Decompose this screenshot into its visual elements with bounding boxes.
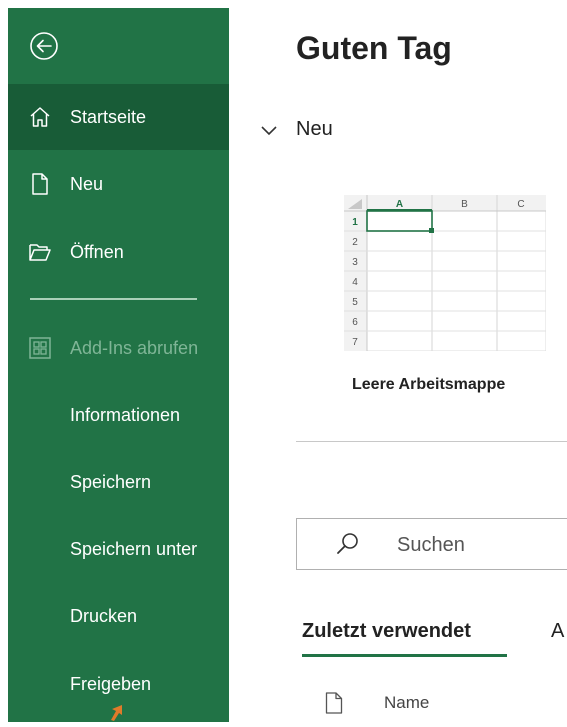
sidebar-item-label: Add-Ins abrufen <box>70 337 199 358</box>
blank-workbook-template[interactable]: A B C 1 2 3 4 5 6 7 <box>343 194 547 352</box>
active-tab-indicator <box>302 654 507 657</box>
row-header: 5 <box>352 297 358 308</box>
row-header: 1 <box>352 217 358 228</box>
search-icon <box>335 531 361 557</box>
chevron-down-icon <box>261 126 277 136</box>
template-label[interactable]: Leere Arbeitsmappe <box>352 376 505 394</box>
sidebar-item-startseite[interactable]: Startseite <box>8 84 229 150</box>
sidebar-item-speichern-unter[interactable]: Speichern unter <box>8 516 229 582</box>
sidebar-item-label: Öffnen <box>70 241 124 262</box>
section-divider <box>296 441 567 442</box>
pointer-arrow-icon <box>108 703 128 722</box>
sidebar-item-label: Neu <box>70 173 104 194</box>
sidebar-item-drucken[interactable]: Drucken <box>8 583 229 649</box>
column-header-a: A <box>396 199 403 210</box>
tab-angeheftet[interactable]: A <box>551 620 564 643</box>
sidebar-item-add-ins[interactable]: Add-Ins abrufen <box>8 315 229 381</box>
sidebar-item-label: Freigeben <box>70 673 152 694</box>
open-folder-icon <box>28 240 52 264</box>
workbook-thumbnail: A B C 1 2 3 4 5 6 7 <box>343 194 547 352</box>
back-button[interactable] <box>28 30 60 62</box>
new-document-icon <box>28 172 52 196</box>
sidebar-item-speichern[interactable]: Speichern <box>8 449 229 515</box>
section-collapse-toggle[interactable] <box>259 118 279 142</box>
main-pane: Guten Tag Neu A B C 1 2 3 4 5 6 7 Leere … <box>229 0 567 722</box>
sidebar-item-oeffnen[interactable]: Öffnen <box>8 219 229 285</box>
sidebar-item-label: Informationen <box>70 404 181 425</box>
row-header: 2 <box>352 237 358 248</box>
row-header: 7 <box>352 337 358 348</box>
sidebar-divider <box>30 298 197 300</box>
sidebar-item-label: Speichern <box>70 471 152 492</box>
column-header-name[interactable]: Name <box>384 693 429 713</box>
search-box[interactable] <box>296 518 567 570</box>
home-icon <box>28 105 52 129</box>
sidebar-item-label: Drucken <box>70 605 138 626</box>
page-title: Guten Tag <box>296 30 452 66</box>
back-arrow-icon <box>30 32 58 60</box>
column-header-b: B <box>461 199 468 210</box>
sidebar-item-neu[interactable]: Neu <box>8 151 229 217</box>
row-header: 6 <box>352 317 358 328</box>
sidebar-item-label: Startseite <box>70 106 147 127</box>
section-title-neu: Neu <box>296 118 333 140</box>
backstage-sidebar: Startseite Neu Öffnen Add-Ins abrufen In… <box>8 8 229 722</box>
row-header: 3 <box>352 257 358 268</box>
window-frame <box>0 0 8 722</box>
sidebar-item-label: Speichern unter <box>70 538 198 559</box>
add-ins-grid-icon <box>28 336 52 360</box>
sidebar-item-informationen[interactable]: Informationen <box>8 382 229 448</box>
column-header-c: C <box>517 199 524 210</box>
tab-zuletzt-verwendet[interactable]: Zuletzt verwendet <box>302 620 471 643</box>
search-input[interactable] <box>395 529 567 561</box>
row-header: 4 <box>352 277 358 288</box>
file-type-icon <box>325 692 343 714</box>
